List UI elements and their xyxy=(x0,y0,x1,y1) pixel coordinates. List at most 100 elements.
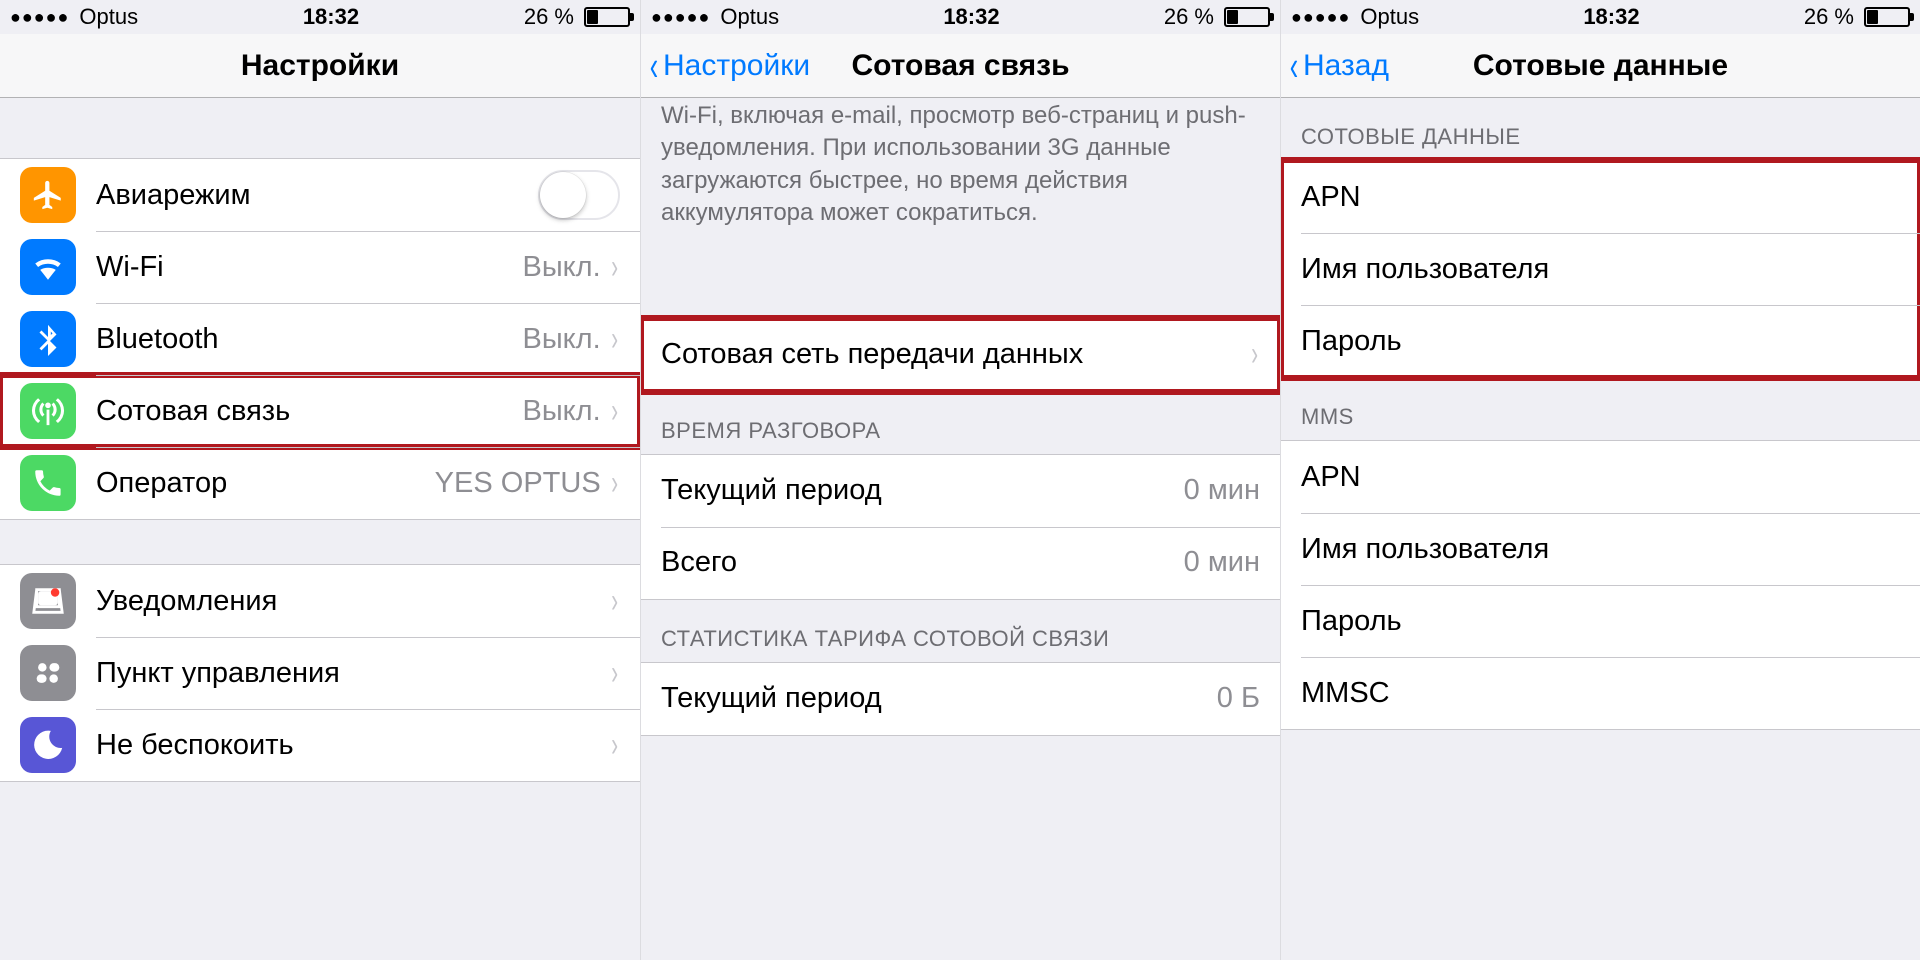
nav-bar: ‹ Назад Сотовые данные xyxy=(1281,34,1920,98)
row-label: Текущий период xyxy=(661,474,882,507)
row-total: Всего 0 мин xyxy=(641,527,1280,599)
row-label: Пароль xyxy=(1301,325,1402,358)
battery-pct: 26 % xyxy=(524,4,574,30)
group-call-time: Текущий период 0 мин Всего 0 мин xyxy=(641,454,1280,600)
notifications-icon xyxy=(20,573,76,629)
chevron-right-icon: › xyxy=(611,654,618,693)
row-mms-apn[interactable]: APN xyxy=(1281,441,1920,513)
chevron-left-icon: ‹ xyxy=(650,45,658,87)
info-blurb: Wi-Fi, включая e-mail, просмотр веб-стра… xyxy=(641,98,1280,248)
carrier-name: Optus xyxy=(79,4,138,30)
back-label: Назад xyxy=(1303,49,1389,83)
chevron-right-icon: › xyxy=(611,464,618,503)
screen-cellular-data: ●●●●● Optus 18:32 26 % ‹ Назад Сотовые д… xyxy=(1280,0,1920,960)
row-label: Bluetooth xyxy=(96,323,219,356)
chevron-right-icon: › xyxy=(611,726,618,765)
chevron-right-icon: › xyxy=(611,582,618,621)
page-title: Сотовые данные xyxy=(1473,49,1728,83)
chevron-right-icon: › xyxy=(611,248,618,287)
row-cellular-password[interactable]: Пароль xyxy=(1281,305,1920,377)
moon-icon xyxy=(20,717,76,773)
signal-dots: ●●●●● xyxy=(651,7,710,28)
row-mms-password[interactable]: Пароль xyxy=(1281,585,1920,657)
carrier-name: Optus xyxy=(720,4,779,30)
cellular-icon xyxy=(20,383,76,439)
status-bar: ●●●●● Optus 18:32 26 % xyxy=(0,0,640,34)
battery-pct: 26 % xyxy=(1164,4,1214,30)
back-button[interactable]: ‹ Настройки xyxy=(647,34,810,97)
row-label: Сотовая сеть передачи данных xyxy=(661,338,1083,371)
row-label: Всего xyxy=(661,546,737,579)
chevron-right-icon: › xyxy=(611,320,618,359)
battery-icon xyxy=(1224,7,1270,27)
row-value: 0 мин xyxy=(1184,474,1260,507)
airplane-toggle[interactable] xyxy=(538,170,620,220)
screen-cellular: ●●●●● Optus 18:32 26 % ‹ Настройки Сотов… xyxy=(640,0,1280,960)
row-current-period: Текущий период 0 мин xyxy=(641,455,1280,527)
wifi-icon xyxy=(20,239,76,295)
row-label: Пункт управления xyxy=(96,657,340,690)
group-cellular-apn: APN Имя пользователя Пароль xyxy=(1281,160,1920,378)
row-label: Сотовая связь xyxy=(96,395,290,428)
nav-bar: Настройки xyxy=(0,34,640,98)
row-cellular-data-network[interactable]: Сотовая сеть передачи данных › xyxy=(641,319,1280,391)
row-label: Оператор xyxy=(96,467,227,500)
row-carrier[interactable]: Оператор YES OPTUS › xyxy=(0,447,640,519)
row-mms-mmsc[interactable]: MMSC xyxy=(1281,657,1920,729)
back-button[interactable]: ‹ Назад xyxy=(1287,34,1389,97)
row-label: MMSC xyxy=(1301,677,1390,710)
battery-icon xyxy=(584,7,630,27)
row-cellular[interactable]: Сотовая связь Выкл. › xyxy=(0,375,640,447)
signal-dots: ●●●●● xyxy=(1291,7,1350,28)
section-mms: MMS xyxy=(1281,378,1920,440)
battery-pct: 26 % xyxy=(1804,4,1854,30)
group-mms: APN Имя пользователя Пароль MMSC xyxy=(1281,440,1920,730)
battery-icon xyxy=(1864,7,1910,27)
row-label: APN xyxy=(1301,181,1361,214)
settings-group-connectivity: Авиарежим Wi-Fi Выкл. › Bluetooth Выкл. … xyxy=(0,158,640,520)
section-call-time: ВРЕМЯ РАЗГОВОРА xyxy=(641,392,1280,454)
row-mms-username[interactable]: Имя пользователя xyxy=(1281,513,1920,585)
row-label: Авиарежим xyxy=(96,179,251,212)
row-wifi[interactable]: Wi-Fi Выкл. › xyxy=(0,231,640,303)
row-control-center[interactable]: Пункт управления › xyxy=(0,637,640,709)
settings-group-system: Уведомления › Пункт управления › Не бесп… xyxy=(0,564,640,782)
row-airplane-mode[interactable]: Авиарежим xyxy=(0,159,640,231)
row-value: Выкл. xyxy=(522,323,608,356)
back-label: Настройки xyxy=(663,49,810,83)
phone-icon xyxy=(20,455,76,511)
row-label: Уведомления xyxy=(96,585,277,618)
airplane-icon xyxy=(20,167,76,223)
control-center-icon xyxy=(20,645,76,701)
row-label: APN xyxy=(1301,461,1361,494)
group-data-network: Сотовая сеть передачи данных › xyxy=(641,318,1280,392)
section-cellular-data: СОТОВЫЕ ДАННЫЕ xyxy=(1281,98,1920,160)
carrier-name: Optus xyxy=(1360,4,1419,30)
row-notifications[interactable]: Уведомления › xyxy=(0,565,640,637)
chevron-left-icon: ‹ xyxy=(1290,45,1298,87)
status-time: 18:32 xyxy=(303,4,359,30)
status-bar: ●●●●● Optus 18:32 26 % xyxy=(1281,0,1920,34)
row-value: Выкл. xyxy=(522,395,608,428)
group-usage-stats: Текущий период 0 Б xyxy=(641,662,1280,736)
row-bluetooth[interactable]: Bluetooth Выкл. › xyxy=(0,303,640,375)
status-time: 18:32 xyxy=(1583,4,1639,30)
row-label: Не беспокоить xyxy=(96,729,294,762)
section-usage-stats: СТАТИСТИКА ТАРИФА СОТОВОЙ СВЯЗИ xyxy=(641,600,1280,662)
screen-settings: ●●●●● Optus 18:32 26 % Настройки Авиареж… xyxy=(0,0,640,960)
row-cellular-username[interactable]: Имя пользователя xyxy=(1281,233,1920,305)
row-value: 0 мин xyxy=(1184,546,1260,579)
row-value: YES OPTUS xyxy=(435,467,609,500)
nav-bar: ‹ Настройки Сотовая связь xyxy=(641,34,1280,98)
row-dnd[interactable]: Не беспокоить › xyxy=(0,709,640,781)
status-time: 18:32 xyxy=(943,4,999,30)
row-value: Выкл. xyxy=(522,251,608,284)
row-value: 0 Б xyxy=(1217,682,1260,715)
row-label: Пароль xyxy=(1301,605,1402,638)
row-label: Имя пользователя xyxy=(1301,253,1549,286)
row-cellular-apn[interactable]: APN xyxy=(1281,161,1920,233)
status-bar: ●●●●● Optus 18:32 26 % xyxy=(641,0,1280,34)
row-label: Wi-Fi xyxy=(96,251,164,284)
bluetooth-icon xyxy=(20,311,76,367)
chevron-right-icon: › xyxy=(611,392,618,431)
